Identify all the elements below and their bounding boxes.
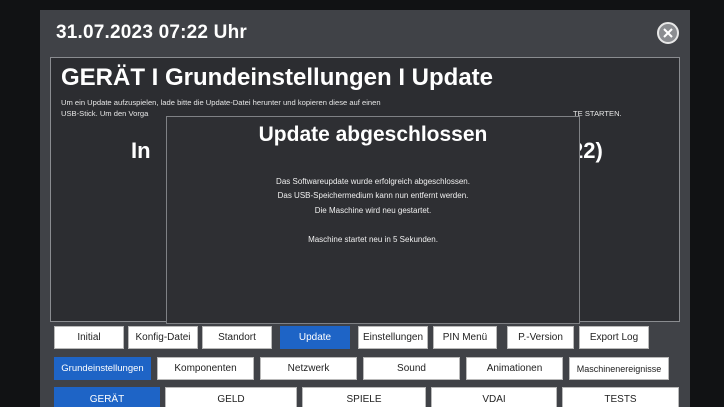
tab-maschinenereignisse[interactable]: Maschinenereignisse <box>569 357 669 380</box>
tab-vdai[interactable]: VDAI <box>431 387 557 407</box>
app-screen: 31.07.2023 07:22 Uhr GERÄT I Grundeinste… <box>40 10 690 407</box>
tab-p-version[interactable]: P.-Version <box>507 326 574 349</box>
tab-standort[interactable]: Standort <box>202 326 272 349</box>
tab-netzwerk[interactable]: Netzwerk <box>260 357 357 380</box>
instructions-line-2-start: USB-Stick. Um den Vorga <box>61 109 149 118</box>
tab-initial[interactable]: Initial <box>54 326 124 349</box>
dialog-title: Update abgeschlossen <box>258 123 488 146</box>
tab-tests[interactable]: TESTS <box>562 387 679 407</box>
update-complete-dialog: Update abgeschlossen Das Softwareupdate … <box>166 116 580 324</box>
tab-update[interactable]: Update <box>280 326 350 349</box>
dialog-message-line-3: Die Maschine wird neu gestartet. <box>314 206 432 215</box>
tab-grundeinstellungen[interactable]: Grundeinstellungen <box>54 357 151 380</box>
dialog-message-line-2: Das USB-Speichermedium kann nun entfernt… <box>277 191 469 200</box>
page-title: GERÄT I Grundeinstellungen I Update <box>61 64 494 91</box>
tab-einstellungen[interactable]: Einstellungen <box>358 326 428 349</box>
instructions-line-2-end: TE STARTEN. <box>573 109 622 118</box>
tab-konfig-datei[interactable]: Konfig-Datei <box>128 326 198 349</box>
tab-export-log[interactable]: Export Log <box>579 326 649 349</box>
tab-geraet[interactable]: GERÄT <box>54 387 160 407</box>
close-icon <box>663 28 673 38</box>
tab-animationen[interactable]: Animationen <box>466 357 563 380</box>
date-time-display: 31.07.2023 07:22 Uhr <box>56 22 247 43</box>
tab-sound[interactable]: Sound <box>363 357 460 380</box>
dialog-message-line-1: Das Softwareupdate wurde erfolgreich abg… <box>276 177 470 186</box>
tab-komponenten[interactable]: Komponenten <box>157 357 254 380</box>
restart-countdown: Maschine startet neu in 5 Sekunden. <box>308 235 438 244</box>
close-button[interactable] <box>657 22 679 44</box>
tab-spiele[interactable]: SPIELE <box>302 387 426 407</box>
instructions-line-1: Um ein Update aufzuspielen, lade bitte d… <box>61 98 381 107</box>
tab-pin-menu[interactable]: PIN Menü <box>433 326 497 349</box>
install-heading-left: In <box>131 138 151 163</box>
tab-geld[interactable]: GELD <box>165 387 297 407</box>
